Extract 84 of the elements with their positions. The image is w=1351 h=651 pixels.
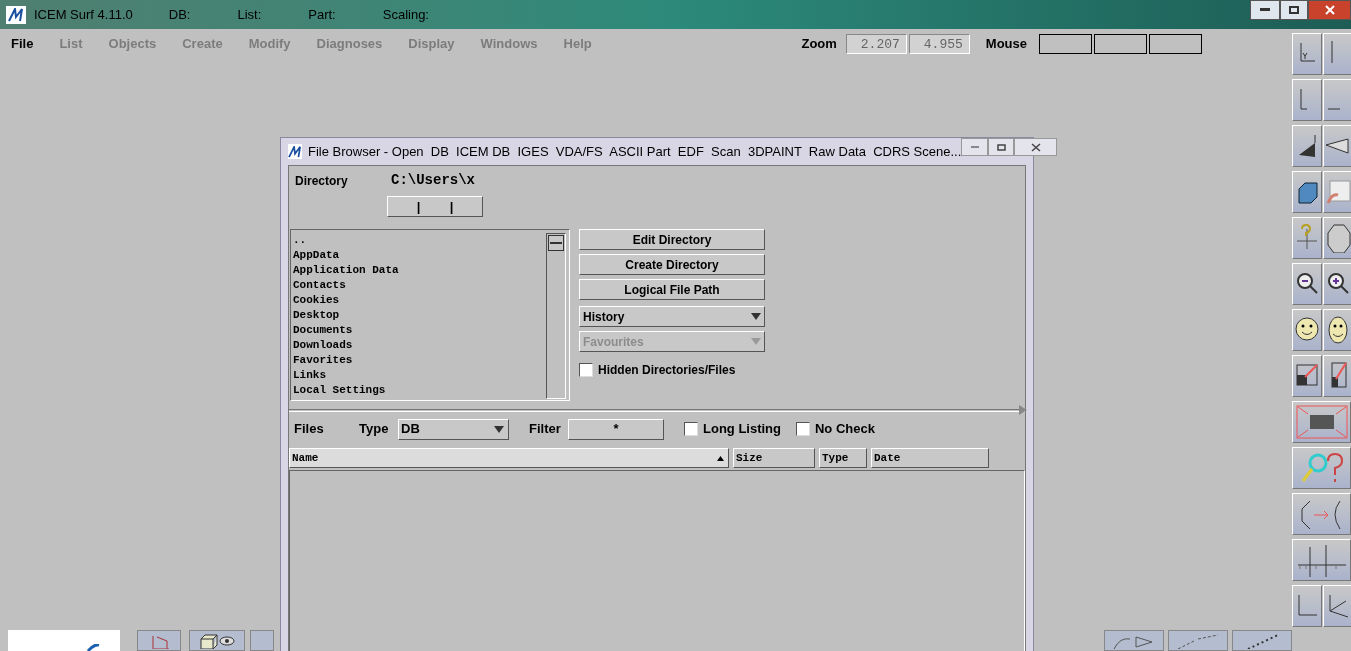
minimize-icon [970, 145, 979, 149]
directory-item[interactable]: Downloads [293, 338, 569, 353]
axis-corner-icon[interactable] [1292, 585, 1322, 627]
curve-transform-icon[interactable] [1292, 493, 1351, 535]
mouse-field [1039, 34, 1092, 54]
fit-view-icon[interactable] [1292, 401, 1351, 443]
splitter-arrow-icon[interactable] [1019, 405, 1027, 415]
magnifier-question-icon[interactable] [1292, 447, 1351, 489]
directory-item[interactable]: AppData [293, 248, 569, 263]
directory-item[interactable]: .. [293, 233, 569, 248]
close-icon [1324, 5, 1335, 15]
zoom-in-icon[interactable] [1323, 263, 1351, 305]
question-axis-icon[interactable] [1292, 217, 1322, 259]
minimize-icon [1260, 8, 1270, 12]
directory-path: C:\Users\x [391, 171, 475, 190]
directory-button[interactable]: Edit Directory [579, 229, 765, 250]
menu-item[interactable]: File [11, 34, 34, 54]
z-axis-icon[interactable] [1323, 33, 1351, 75]
checkbox-label: No Check [815, 420, 875, 439]
directory-item[interactable]: Favorites [293, 353, 569, 368]
title-field-label: DB: [168, 5, 191, 24]
filter-field[interactable]: * [568, 418, 664, 440]
column-header[interactable]: Date [871, 448, 989, 468]
directory-item[interactable]: Cookies [293, 293, 569, 308]
directory-item[interactable]: Desktop [293, 308, 569, 323]
directory-button[interactable]: Logical File Path [579, 279, 765, 300]
type-dropdown[interactable]: DB [398, 418, 509, 440]
column-header[interactable]: Name [289, 448, 729, 468]
close-button[interactable] [1014, 138, 1058, 156]
box-icon[interactable] [1292, 171, 1322, 213]
scrollbar[interactable] [546, 233, 566, 399]
directory-label: Directory [295, 172, 349, 190]
directory-button[interactable]: Create Directory [579, 254, 765, 275]
minimize-button[interactable] [1250, 0, 1280, 20]
checkbox-label: Hidden Directories/Files [598, 362, 736, 379]
column-header[interactable]: Type [819, 448, 867, 468]
cube-eye-icon[interactable] [189, 630, 245, 651]
files-label: Files [294, 420, 325, 439]
window-title: ICEM Surf 4.11.0 [34, 5, 133, 24]
zoom-field: 2.207 [845, 34, 907, 54]
app-logo-icon [6, 5, 26, 24]
caret-icon [751, 338, 761, 345]
y-axis-icon[interactable] [1292, 33, 1322, 75]
app-logo-icon [288, 144, 302, 159]
directory-item[interactable]: Documents [293, 323, 569, 338]
path-button[interactable]: | | [387, 196, 483, 217]
caret-icon [494, 425, 504, 433]
maximize-icon [1289, 6, 1299, 14]
caret-icon [751, 313, 761, 320]
smiley-icon[interactable] [1323, 309, 1351, 351]
title-field-label: Part: [308, 5, 336, 24]
zoom-label: Zoom [801, 35, 837, 54]
checkbox[interactable] [579, 363, 593, 377]
directory-item[interactable]: Links [293, 368, 569, 383]
directory-item[interactable]: Local Settings [293, 383, 569, 398]
axis-diagonal-icon[interactable] [1323, 585, 1351, 627]
checkbox[interactable] [684, 422, 698, 436]
sort-arrow-icon [717, 455, 724, 461]
zoom-field: 4.955 [908, 34, 970, 54]
close-button[interactable] [1308, 0, 1351, 20]
column-header[interactable]: Size [733, 448, 815, 468]
y-axis-icon[interactable] [1323, 79, 1351, 121]
checkbox[interactable] [796, 422, 810, 436]
directory-item[interactable]: Application Data [293, 263, 569, 278]
maximize-icon [996, 143, 1006, 151]
smiley-icon[interactable] [1292, 309, 1322, 351]
dropdown[interactable]: History [579, 306, 765, 327]
filter-label: Filter [529, 420, 562, 439]
type-label: Type [359, 420, 390, 439]
z-axis-icon[interactable] [1292, 79, 1322, 121]
maximize-button[interactable] [1280, 0, 1308, 20]
scroll-thumb[interactable] [548, 235, 564, 251]
axis-ticks-icon[interactable] [1292, 539, 1351, 581]
dialog-title: File Browser - Open DB ICEM DB IGES VDA/FS ASCII Part EDF Scan 3DPAINT Raw Data CDRS Scene... [308, 142, 962, 161]
checkbox-label: Long Listing [703, 420, 781, 439]
zoom-out-icon[interactable] [1292, 263, 1322, 305]
title-field-label: Scaling: [382, 5, 429, 24]
logo-swoosh-icon [86, 644, 100, 651]
mouse-field [1094, 34, 1147, 54]
mouse-field [1149, 34, 1202, 54]
close-icon [1030, 142, 1041, 152]
title-field-label: List: [237, 5, 262, 24]
directory-item[interactable]: Contacts [293, 278, 569, 293]
mouse-label: Mouse [985, 35, 1027, 54]
